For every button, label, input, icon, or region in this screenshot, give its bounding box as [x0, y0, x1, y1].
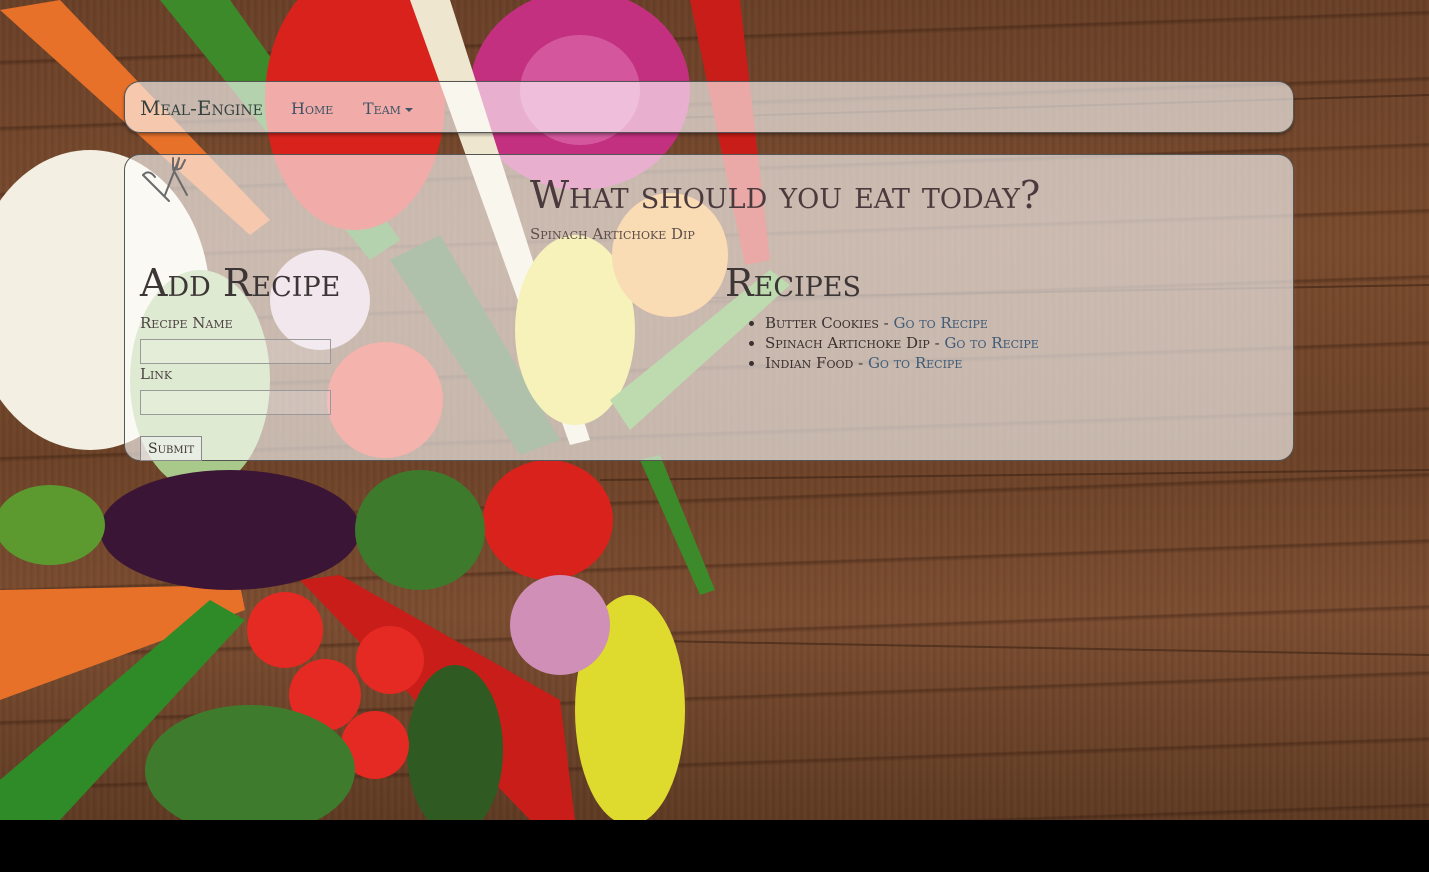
recipe-name-input[interactable]: [140, 339, 331, 364]
separator: -: [853, 354, 868, 372]
link-label: Link: [140, 365, 173, 383]
list-item: Indian Food - Go to Recipe: [765, 353, 1039, 373]
add-recipe-heading: Add Recipe: [140, 261, 341, 305]
recipe-name-label: Recipe Name: [140, 314, 233, 332]
caret-down-icon: [404, 107, 413, 112]
nav-team-dropdown[interactable]: Team: [363, 99, 413, 118]
nav-home-link[interactable]: Home: [291, 99, 333, 118]
go-to-recipe-link[interactable]: Go to Recipe: [868, 354, 962, 372]
fork-knife-icon: [142, 157, 188, 202]
list-item: Butter Cookies - Go to Recipe: [765, 313, 1039, 333]
recipe-list: Butter Cookies - Go to Recipe Spinach Ar…: [765, 313, 1039, 373]
submit-button[interactable]: Submit: [140, 436, 203, 461]
page-question-title: What should you eat today?: [530, 173, 1041, 217]
suggested-recipe: Spinach Artichoke Dip: [530, 225, 695, 243]
recipes-heading: Recipes: [725, 261, 862, 305]
main-panel: What should you eat today? Spinach Artic…: [124, 154, 1294, 461]
go-to-recipe-link[interactable]: Go to Recipe: [944, 334, 1038, 352]
navbar: Meal-Engine Home Team: [124, 81, 1294, 133]
recipe-name: Spinach Artichoke Dip: [765, 334, 930, 352]
separator: -: [929, 334, 945, 352]
list-item: Spinach Artichoke Dip - Go to Recipe: [765, 333, 1039, 353]
link-input[interactable]: [140, 390, 331, 415]
nav-team-label: Team: [363, 99, 401, 118]
go-to-recipe-link[interactable]: Go to Recipe: [894, 314, 988, 332]
recipe-name: Butter Cookies: [765, 314, 879, 332]
brand-link[interactable]: Meal-Engine: [140, 96, 263, 120]
separator: -: [878, 314, 894, 332]
recipe-name: Indian Food: [765, 354, 854, 372]
